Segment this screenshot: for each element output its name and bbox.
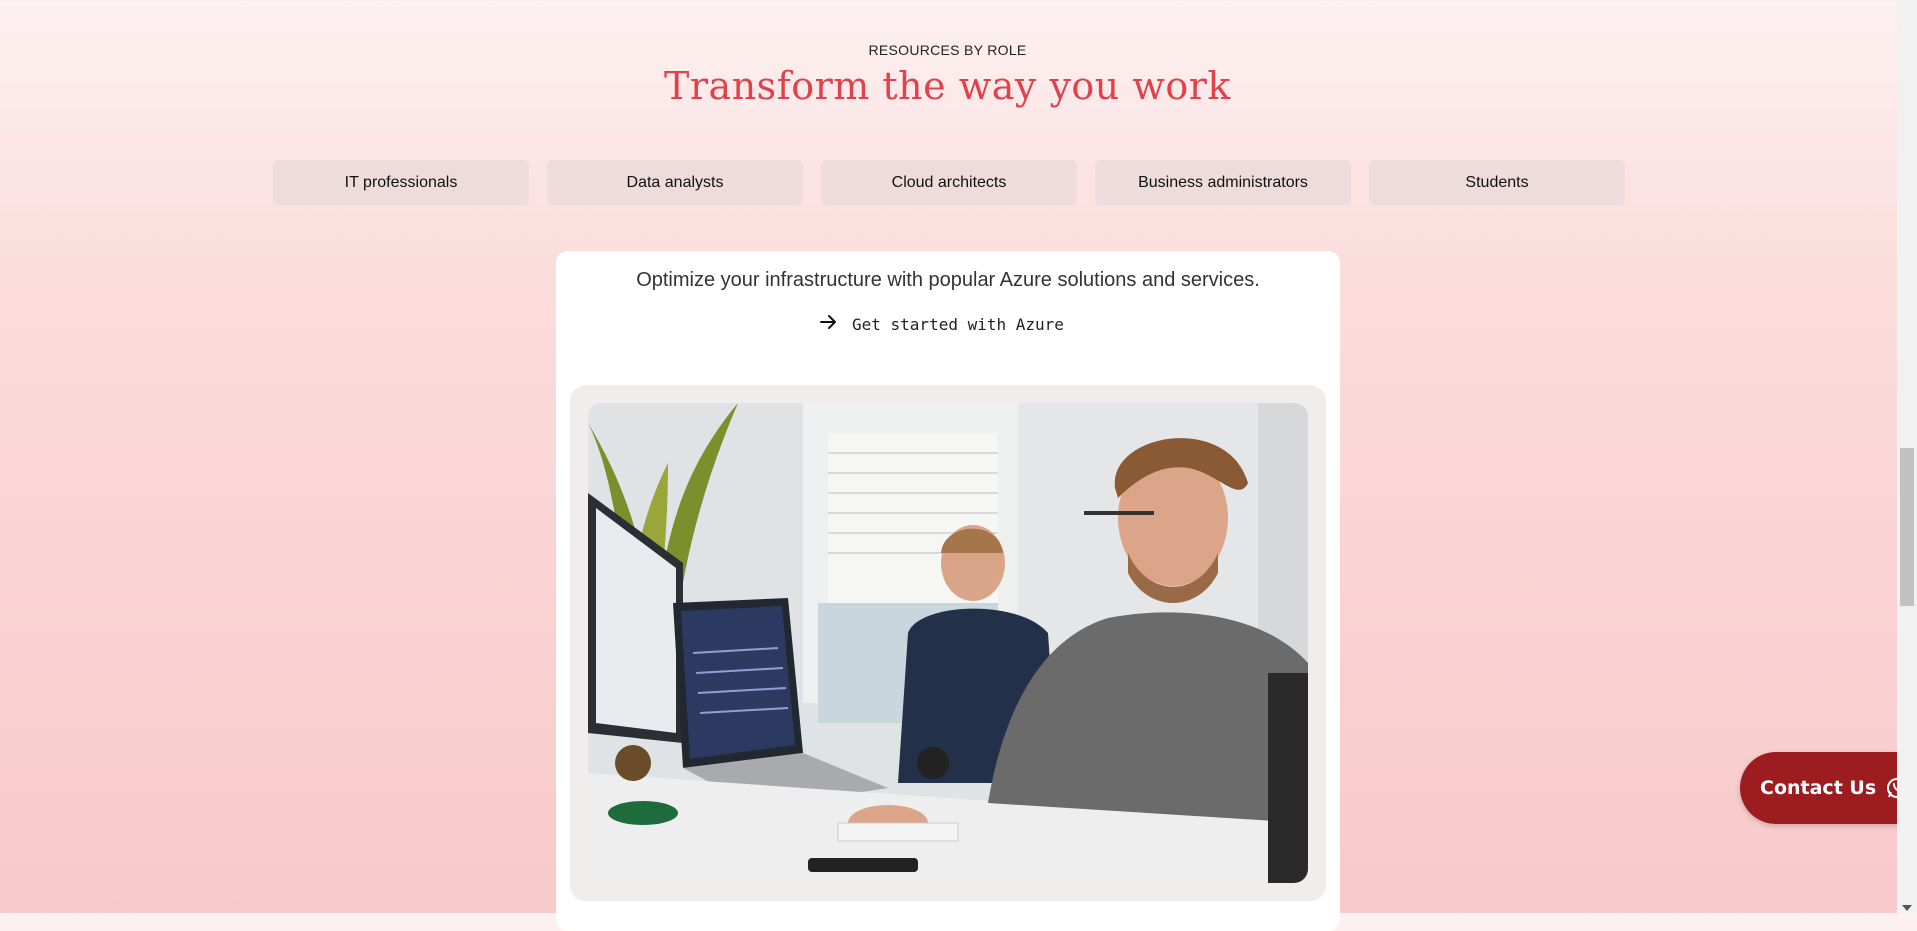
section-eyebrow: RESOURCES BY ROLE <box>868 42 1027 58</box>
scroll-down-arrow-icon[interactable] <box>1902 905 1912 911</box>
get-started-link[interactable]: Get started with Azure <box>820 314 1064 334</box>
arrow-right-icon <box>820 314 838 334</box>
tab-students[interactable]: Students <box>1369 160 1625 205</box>
vertical-scrollbar[interactable] <box>1897 0 1917 913</box>
contact-us-label: Contact Us <box>1760 777 1877 799</box>
tab-business-administrators[interactable]: Business administrators <box>1095 160 1351 205</box>
tab-cloud-architects[interactable]: Cloud architects <box>821 160 1077 205</box>
office-workers-photo <box>588 403 1308 883</box>
image-frame <box>570 385 1326 901</box>
page: RESOURCES BY ROLE Transform the way you … <box>0 0 1917 931</box>
tab-it-professionals[interactable]: IT professionals <box>273 160 529 205</box>
section-title: Transform the way you work <box>664 64 1231 108</box>
scrollbar-thumb[interactable] <box>1900 448 1914 606</box>
card-description: Optimize your infrastructure with popula… <box>636 269 1260 291</box>
role-tabs: IT professionals Data analysts Cloud arc… <box>273 160 1625 205</box>
tab-data-analysts[interactable]: Data analysts <box>547 160 803 205</box>
contact-us-button[interactable]: Contact Us <box>1740 752 1917 824</box>
get-started-label: Get started with Azure <box>852 314 1064 334</box>
role-content-card: Optimize your infrastructure with popula… <box>556 251 1340 931</box>
